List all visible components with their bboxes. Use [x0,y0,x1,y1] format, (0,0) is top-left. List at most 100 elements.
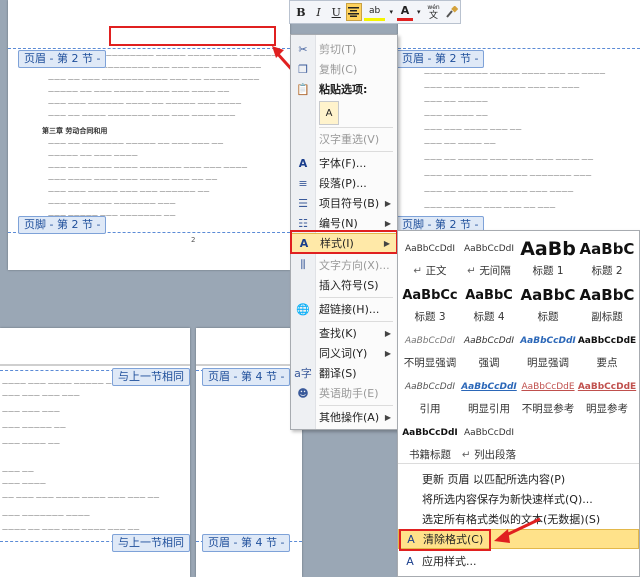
body-text-line: ——— —— ————— ——— ——— ——— ———— [424,188,574,195]
style-name-label: 明显强调 [527,357,569,369]
style-option[interactable]: AaBbCcDdE 不明显参考 [518,373,578,419]
page-number: 2 [191,236,196,244]
format-painter-icon[interactable] [444,3,460,21]
style-name-label: 引用 [419,403,441,415]
style-name-label: 标题 4 [473,311,505,323]
menu-separator [319,127,393,128]
header-tag[interactable]: 页眉 - 第 2 节 - [396,50,485,68]
paste-keep-text-only-icon[interactable]: A [319,101,339,125]
style-preview: AaBbC [520,286,576,304]
menu-item-insert-symbol[interactable]: 插入符号(S) [291,275,397,295]
style-option[interactable]: AaBbC 标题 2 [577,235,637,281]
body-text-line: ————— —— ——— ———— [48,152,138,159]
menu-separator [319,405,393,406]
style-name-label: 明显参考 [586,403,628,415]
menu-item-reconvert[interactable]: 汉字重选(V) [291,129,397,149]
menu-item-font[interactable]: A 字体(F)... [291,153,397,173]
style-option[interactable]: AaBbCcDdI ↵ 正文 [400,235,460,281]
style-option[interactable]: AaBbCcDdI 引用 [400,373,460,419]
body-text-line: ——— ——— —————— ———— ——— —— ——— [424,84,580,91]
style-option[interactable]: AaBbC 标题 4 [459,281,519,327]
style-name-label: 标题 2 [591,265,623,277]
highlight-button[interactable]: ab [363,3,386,21]
footer-tag[interactable]: 页脚 - 第 2 节 - [18,216,107,234]
menu-item-english-assistant[interactable]: ☻ 英语助手(E) [291,383,397,403]
style-preview: AaBbCcDdI [404,244,456,254]
document-page-top-right: ——— —— ————— ————— ———— ——— —— ———— ——— … [398,0,640,232]
style-preview: AaBbC [579,286,635,304]
copy-icon: ❐ [298,62,308,76]
style-name: ↵ 正文 [400,263,460,278]
style-option[interactable]: AaBbCcDdI 不明显强调 [400,327,460,373]
menu-item-bullets[interactable]: ☰ 项目符号(B) ▶ [291,193,397,213]
paste-icon: 📋 [296,82,310,96]
style-preview: AaBb [520,238,576,260]
style-option[interactable]: AaBbCc 标题 3 [400,281,460,327]
style-option[interactable]: AaBbCcDdI ↵ 无间隔 [459,235,519,281]
body-text-line: ——— ——— ———— ——— —— [424,126,522,133]
style-option[interactable]: AaBbCcDdE 要点 [577,327,637,373]
menu-item-cut[interactable]: ✂ 剪切(T) [291,39,397,59]
style-option[interactable]: AaBbCcDdI 强调 [459,327,519,373]
body-text-line: ——— —— [2,468,34,475]
style-option[interactable]: AaBbCcDdI 书籍标题 [400,419,460,465]
font-color-button[interactable]: A [397,3,413,21]
style-name-label: 强调 [478,357,500,369]
style-preview: AaBbCcDdI [463,244,515,254]
style-name: 副标题 [577,309,637,324]
apply-styles-command[interactable]: A 应用样式... [398,551,639,571]
style-name: 标题 3 [400,309,460,324]
menu-item-lookup[interactable]: 查找(K) ▶ [291,323,397,343]
style-option[interactable]: AaBb 标题 1 [518,235,578,281]
submenu-arrow-icon: ▶ [384,348,391,358]
body-text-line: ——— ————— —— [2,424,66,431]
link-to-previous-tag[interactable]: 与上一节相同 [112,534,190,552]
center-align-button[interactable] [346,3,362,21]
header-tag[interactable]: 页眉 - 第 2 节 - [18,50,107,68]
body-text-line: ————— —— ——— ————— ———— ——— ———— —— [48,88,230,95]
style-name: 明显强调 [518,355,578,370]
menu-item-translate[interactable]: a字 翻译(S) [291,363,397,383]
style-option[interactable]: AaBbC 副标题 [577,281,637,327]
update-style-command[interactable]: 更新 页眉 以匹配所选内容(P) [398,469,639,489]
menu-item-hyperlink[interactable]: 🌐 超链接(H)... [291,299,397,319]
menu-separator [319,321,393,322]
phonetic-guide-button[interactable]: wén 文 [425,3,443,21]
header-tag[interactable]: 页眉 - 第 4 节 - [202,534,291,552]
body-text-line: ——— ———— [2,480,46,487]
arrow-annotation [494,517,541,543]
style-option[interactable]: AaBbCcDdI 明显强调 [518,327,578,373]
paragraph-marker-icon: ↵ [467,265,480,277]
underline-button[interactable]: U [328,3,344,21]
style-name: ↵ 列出段落 [459,447,519,462]
link-to-previous-tag[interactable]: 与上一节相同 [112,368,190,386]
submenu-arrow-icon: ▶ [384,328,391,338]
style-name-label: 标题 1 [532,265,564,277]
body-text-line: ——— ——— ———— ——— ——— ——————— ——— [424,172,592,179]
style-preview: AaBbCcDdI [463,428,515,438]
body-text-line: ——— ———— ———— ——— ————— ——— —— —— [48,176,218,183]
apply-styles-icon: A [406,554,414,568]
menu-item-paragraph[interactable]: ≡ 段落(P)... [291,173,397,193]
menu-item-text-direction[interactable]: ⫼ 文字方向(X)... [291,255,397,275]
save-new-style-command[interactable]: 将所选内容保存为新快速样式(Q)... [398,489,639,509]
dropdown-arrow-icon[interactable]: ▾ [415,3,423,21]
style-option[interactable]: AaBbC 标题 [518,281,578,327]
dropdown-arrow-icon[interactable]: ▾ [387,3,395,21]
menu-item-synonyms[interactable]: 同义词(Y) ▶ [291,343,397,363]
style-option[interactable]: AaBbCcDdI ↵ 列出段落 [459,419,519,465]
style-option[interactable]: AaBbCcDdE 明显参考 [577,373,637,419]
body-text-line: ——— ———— —— [2,440,60,447]
bold-button[interactable]: B [293,3,309,21]
menu-item-copy[interactable]: ❐ 复制(C) [291,59,397,79]
menu-item-other-actions[interactable]: 其他操作(A) ▶ [291,407,397,427]
phonetic-char: 文 [429,11,439,21]
italic-button[interactable]: I [311,3,327,21]
text-direction-icon: ⫼ [300,258,306,271]
style-name: 书籍标题 [400,447,460,462]
header-tag[interactable]: 页眉 - 第 4 节 - [202,368,291,386]
style-name: ↵ 无间隔 [459,263,519,278]
style-preview: AaBbC [579,240,635,258]
style-option[interactable]: AaBbCcDdI 明显引用 [459,373,519,419]
style-name: 不明显强调 [400,355,460,370]
